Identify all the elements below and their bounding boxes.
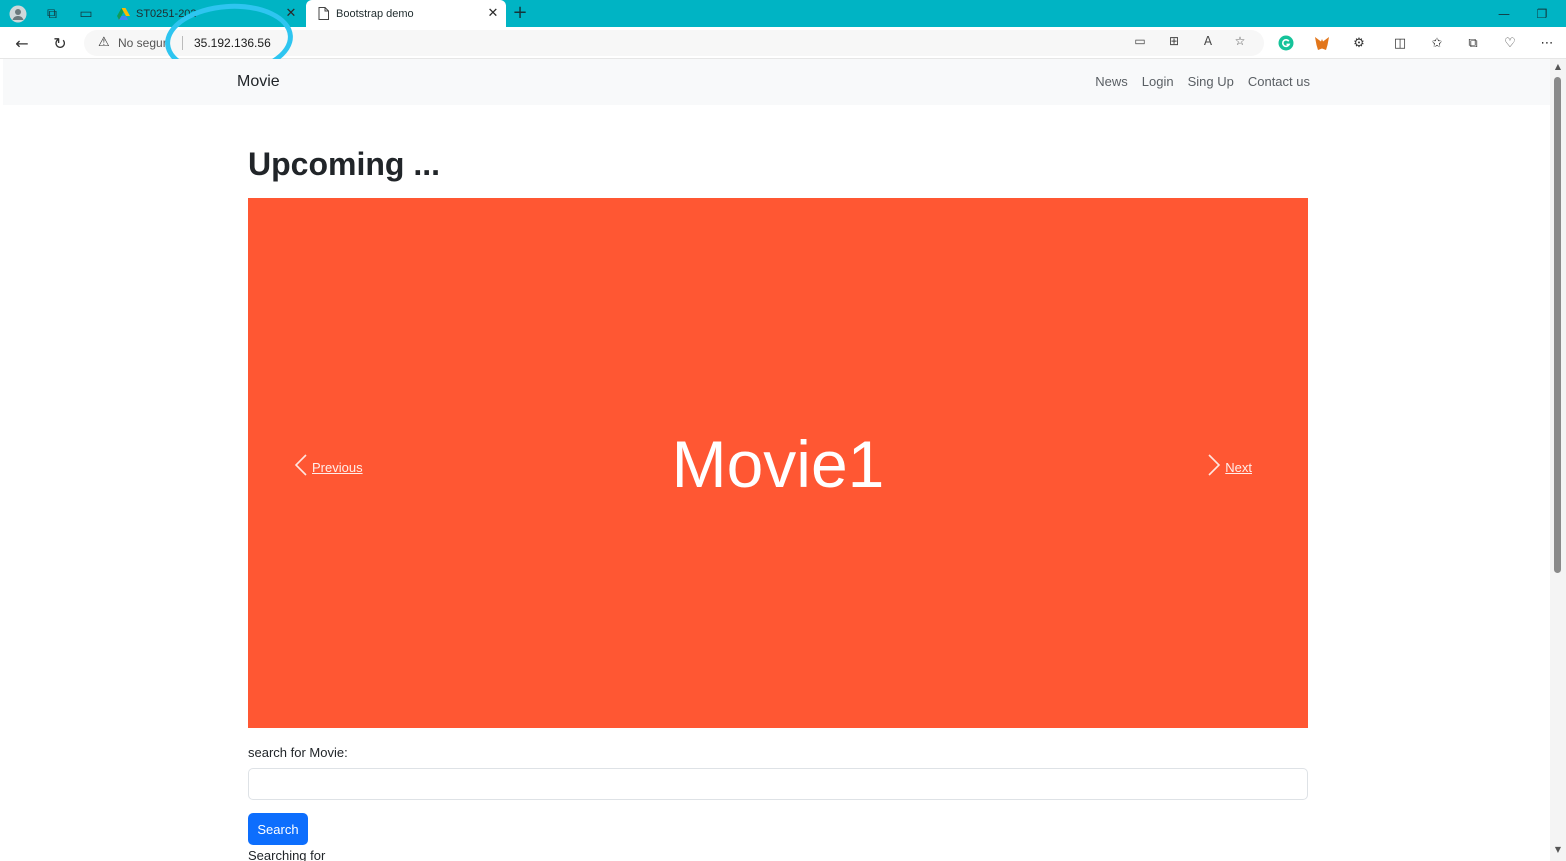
carousel-prev-label[interactable]: Previous [312,460,363,475]
carousel-slide-text: Movie1 [671,427,885,501]
nav-link-news[interactable]: News [1095,74,1128,89]
nav-links: News Login Sing Up Contact us [1095,74,1310,89]
tab-actions-icon[interactable]: ▭ [76,4,96,24]
tab-bootstrap-demo[interactable]: Bootstrap demo ✕ [306,0,506,27]
search-input[interactable] [248,768,1308,800]
scroll-up-icon[interactable]: ▲ [1552,62,1564,74]
page-viewport: Movie News Login Sing Up Contact us Upco… [3,59,1550,861]
restore-icon[interactable]: ❐ [1524,0,1560,27]
device-icon[interactable]: ▭ [1130,34,1150,52]
grammarly-icon[interactable] [1275,32,1297,54]
tab-title: Bootstrap demo [336,7,414,20]
back-icon[interactable]: ← [10,32,34,54]
nav-link-signup[interactable]: Sing Up [1188,74,1234,89]
collections-icon[interactable]: ⧉ [1462,32,1484,54]
page-icon [316,7,330,21]
navbar: Movie News Login Sing Up Contact us [3,59,1550,105]
metamask-icon[interactable] [1311,32,1333,54]
scroll-thumb[interactable] [1554,77,1561,573]
read-aloud-icon[interactable]: A [1198,34,1218,52]
search-label: search for Movie: [248,745,348,760]
favorites-icon[interactable]: ✩ [1426,32,1448,54]
page-title: Upcoming ... [248,146,440,182]
apps-icon[interactable]: ⊞ [1164,34,1184,52]
new-tab-button[interactable]: + [510,2,530,24]
close-tab-icon[interactable]: ✕ [484,6,502,21]
split-screen-icon[interactable]: ◫ [1389,32,1411,54]
minimize-icon[interactable]: — [1486,0,1522,27]
search-button[interactable]: Search [248,813,308,845]
nav-link-login[interactable]: Login [1142,74,1174,89]
favorite-star-icon[interactable]: ☆ [1230,34,1250,52]
warning-icon[interactable]: ⚠ [98,35,110,50]
workspaces-icon[interactable]: ⧉ [42,4,62,24]
browser-essentials-icon[interactable]: ♡ [1499,32,1521,54]
extensions-icon[interactable]: ⚙ [1348,32,1370,54]
scroll-down-icon[interactable]: ▼ [1552,845,1564,857]
page-scrollbar[interactable]: ▲ ▼ [1550,59,1566,861]
search-result-text: Searching for [248,848,326,861]
chevron-left-icon [294,453,308,482]
carousel-prev-button[interactable]: Previous [294,453,367,482]
more-menu-icon[interactable]: ⋯ [1536,32,1558,54]
reload-icon[interactable]: ↻ [48,32,72,54]
movie-carousel: Movie1 Previous Next [248,198,1308,728]
navbar-brand[interactable]: Movie [237,73,280,91]
nav-link-contact[interactable]: Contact us [1248,74,1310,89]
drive-icon [116,7,130,21]
chevron-right-icon [1207,453,1221,482]
profile-icon[interactable] [8,4,28,24]
carousel-next-button[interactable]: Next [1207,453,1256,482]
carousel-next-label[interactable]: Next [1225,460,1252,475]
security-label[interactable]: No seguro [118,36,166,50]
